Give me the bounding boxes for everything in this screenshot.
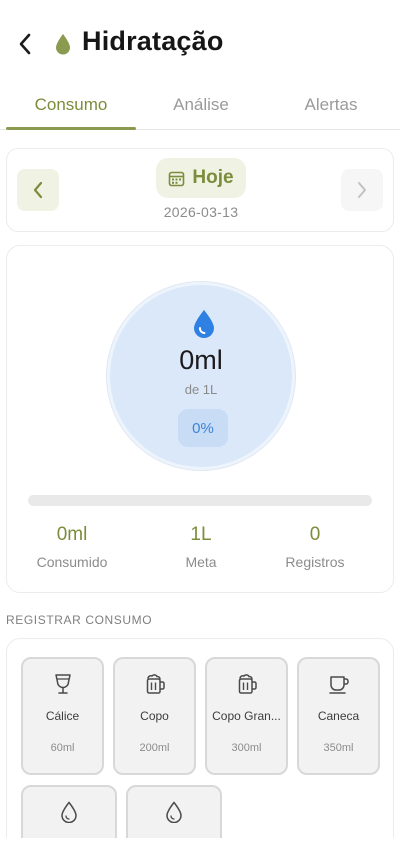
drink-option-volume: 300ml: [231, 742, 262, 754]
stat-label: Registros: [285, 554, 345, 570]
today-button[interactable]: Hoje: [156, 158, 246, 198]
water-drop-icon: [61, 801, 77, 823]
active-tab-indicator: [6, 127, 136, 130]
water-drop-icon: [56, 34, 70, 55]
drink-option-custom-1[interactable]: [21, 785, 117, 838]
drink-option-name: Caneca: [317, 709, 360, 723]
stat-value: 0: [309, 524, 321, 545]
drink-option-name: Copo: [140, 709, 169, 723]
drink-option-copo[interactable]: Copo 200ml: [113, 657, 196, 775]
water-progress-circle: 0ml de 1L 0%: [107, 282, 295, 470]
calendar-icon: [169, 171, 185, 186]
tab-bar: Consumo Análise Alertas: [0, 80, 400, 130]
drink-option-name: Cálice: [45, 709, 80, 723]
stat-consumed: 0ml Consumido: [12, 524, 132, 570]
app-header: Hidratação: [0, 0, 400, 80]
drink-option-copo-grande[interactable]: Copo Gran... 300ml: [205, 657, 288, 775]
register-section-label: REGISTRAR CONSUMO: [6, 613, 153, 627]
stat-label: Meta: [185, 554, 217, 570]
coffee-cup-icon: [328, 676, 349, 694]
beer-mug-icon: [238, 674, 257, 694]
back-button[interactable]: [10, 28, 40, 60]
stat-label: Consumido: [36, 554, 108, 570]
beer-mug-icon: [146, 674, 165, 694]
water-drop-icon: [194, 310, 214, 338]
drink-option-volume: 60ml: [50, 742, 75, 754]
stat-goal: 1L Meta: [141, 524, 261, 570]
current-date: 2026-03-13: [163, 204, 239, 220]
stat-value: 0ml: [56, 524, 88, 545]
drink-option-custom-2[interactable]: [126, 785, 222, 838]
chevron-left-icon: [19, 33, 31, 55]
next-day-button[interactable]: [341, 169, 383, 211]
consumed-amount: 0ml: [179, 345, 223, 375]
register-consumption-card: Cálice 60ml Copo 200ml Copo Gran... 300m…: [6, 638, 394, 838]
goal-subtitle: de 1L: [184, 382, 218, 397]
hydration-progress-card: 0ml de 1L 0% 0ml Consumido 1L Meta 0 Reg…: [6, 245, 394, 593]
progress-bar: [28, 495, 372, 506]
chevron-left-icon: [33, 181, 43, 199]
water-drop-icon: [166, 801, 182, 823]
tab-alertas[interactable]: Alertas: [266, 80, 396, 130]
percent-badge: 0%: [178, 409, 228, 447]
today-label: Hoje: [192, 167, 234, 188]
stat-records: 0 Registros: [255, 524, 375, 570]
drink-option-volume: 350ml: [323, 742, 354, 754]
drink-option-volume: 200ml: [139, 742, 170, 754]
page-title: Hidratação: [82, 26, 224, 56]
tab-analise[interactable]: Análise: [136, 80, 266, 130]
drink-option-name: Copo Gran...: [212, 709, 281, 723]
date-navigation-card: Hoje 2026-03-13: [6, 148, 394, 232]
tab-consumo[interactable]: Consumo: [6, 80, 136, 130]
chevron-right-icon: [358, 182, 366, 198]
stat-value: 1L: [190, 524, 212, 545]
drink-option-caneca[interactable]: Caneca 350ml: [297, 657, 380, 775]
wine-glass-icon: [54, 674, 71, 694]
drink-option-calice[interactable]: Cálice 60ml: [21, 657, 104, 775]
